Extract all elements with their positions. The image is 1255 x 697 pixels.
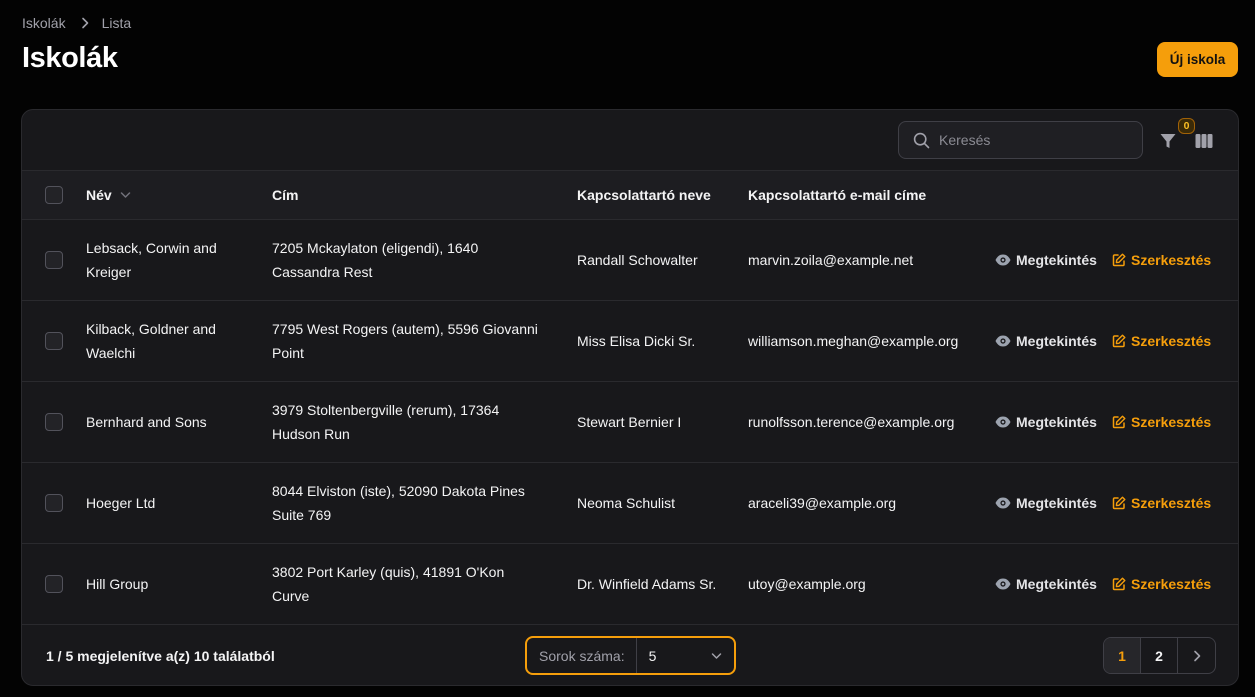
- table-row: Lebsack, Corwin and Kreiger 7205 Mckaylat…: [22, 220, 1238, 301]
- next-page-button[interactable]: [1178, 638, 1215, 673]
- school-name: Kilback, Goldner and Waelchi: [86, 321, 216, 361]
- eye-icon: [995, 416, 1011, 428]
- contact-email: runolfsson.terence@example.org: [748, 414, 955, 430]
- edit-button[interactable]: Szerkesztés: [1112, 252, 1211, 268]
- contact-name: Stewart Bernier I: [577, 414, 682, 430]
- school-name: Bernhard and Sons: [86, 414, 207, 430]
- eye-icon: [995, 335, 1011, 347]
- breadcrumb: Iskolák Lista: [22, 15, 131, 31]
- contact-email: araceli39@example.org: [748, 495, 897, 511]
- table-row: Hoeger Ltd 8044 Elviston (iste), 52090 D…: [22, 463, 1238, 544]
- contact-name: Randall Schowalter: [577, 252, 698, 268]
- eye-icon: [995, 254, 1011, 266]
- school-address: 7205 Mckaylaton (eligendi), 1640 Cassandr…: [272, 240, 479, 280]
- column-header-address: Cím: [272, 187, 299, 203]
- chevron-right-icon: [1193, 650, 1200, 661]
- contact-name: Neoma Schulist: [577, 495, 676, 511]
- school-address: 3979 Stoltenbergville (rerum), 17364 Huds…: [272, 402, 500, 442]
- edit-icon: [1112, 253, 1126, 267]
- column-header-contact-email: Kapcsolattartó e-mail címe: [748, 187, 927, 203]
- contact-email: utoy@example.org: [748, 576, 866, 592]
- school-address: 3802 Port Karley (quis), 41891 O'Kon Curv…: [272, 564, 505, 604]
- table-panel: 0 Név Cím Kapcsolattartó neve Kapcsolatt…: [21, 109, 1239, 686]
- eye-icon: [995, 578, 1011, 590]
- row-checkbox[interactable]: [45, 413, 63, 431]
- contact-name: Miss Elisa Dicki Sr.: [577, 333, 696, 349]
- row-checkbox[interactable]: [45, 494, 63, 512]
- filter-icon[interactable]: [1157, 130, 1179, 152]
- table-header: Név Cím Kapcsolattartó neve Kapcsolattar…: [22, 171, 1238, 220]
- select-all-checkbox[interactable]: [45, 186, 63, 204]
- edit-icon: [1112, 496, 1126, 510]
- table-row: Kilback, Goldner and Waelchi 7795 West Ro…: [22, 301, 1238, 382]
- chevron-down-icon: [120, 192, 130, 198]
- contact-email: marvin.zoila@example.net: [748, 252, 914, 268]
- row-checkbox[interactable]: [45, 332, 63, 350]
- edit-button[interactable]: Szerkesztés: [1112, 414, 1211, 430]
- table-row: Bernhard and Sons 3979 Stoltenbergville …: [22, 382, 1238, 463]
- rows-per-page-value: 5: [648, 647, 657, 664]
- page-title: Iskolák: [22, 42, 118, 74]
- search-box[interactable]: [898, 121, 1143, 159]
- view-button[interactable]: Megtekintés: [995, 252, 1097, 268]
- eye-icon: [995, 497, 1011, 509]
- edit-icon: [1112, 415, 1126, 429]
- columns-icon[interactable]: [1194, 131, 1214, 151]
- table-toolbar: 0: [22, 110, 1238, 171]
- breadcrumb-current: Lista: [101, 15, 132, 31]
- page-2-button[interactable]: 2: [1141, 638, 1178, 673]
- column-header-name-label: Név: [86, 187, 112, 203]
- rows-per-page-select[interactable]: Sorok száma: 5: [525, 636, 736, 675]
- breadcrumb-root[interactable]: Iskolák: [22, 15, 66, 31]
- edit-icon: [1112, 577, 1126, 591]
- edit-button[interactable]: Szerkesztés: [1112, 576, 1211, 592]
- new-school-button[interactable]: Új iskola: [1157, 42, 1238, 77]
- column-header-name[interactable]: Név: [86, 187, 131, 203]
- view-button[interactable]: Megtekintés: [995, 414, 1097, 430]
- table-footer: 1 / 5 megjelenítve a(z) 10 találatból So…: [22, 625, 1238, 685]
- search-input[interactable]: [939, 132, 1119, 148]
- search-icon: [913, 132, 930, 148]
- view-button[interactable]: Megtekintés: [995, 495, 1097, 511]
- school-name: Lebsack, Corwin and Kreiger: [86, 240, 217, 280]
- school-address: 7795 West Rogers (autem), 5596 Giovanni P…: [272, 321, 538, 361]
- contact-name: Dr. Winfield Adams Sr.: [577, 576, 717, 592]
- school-name: Hoeger Ltd: [86, 495, 156, 511]
- edit-button[interactable]: Szerkesztés: [1112, 495, 1211, 511]
- row-checkbox[interactable]: [45, 251, 63, 269]
- view-button[interactable]: Megtekintés: [995, 576, 1097, 592]
- pagination-summary: 1 / 5 megjelenítve a(z) 10 találatból: [46, 648, 275, 664]
- filter-count-badge: 0: [1178, 118, 1195, 134]
- chevron-down-icon: [711, 652, 722, 660]
- page-1-button[interactable]: 1: [1104, 638, 1141, 673]
- chevron-right-icon: [81, 17, 89, 29]
- edit-button[interactable]: Szerkesztés: [1112, 333, 1211, 349]
- table-row: Hill Group 3802 Port Karley (quis), 4189…: [22, 544, 1238, 625]
- row-checkbox[interactable]: [45, 575, 63, 593]
- pagination: 1 2: [1103, 637, 1216, 674]
- column-header-contact-name: Kapcsolattartó neve: [577, 187, 711, 203]
- rows-per-page-label: Sorok száma:: [527, 638, 637, 673]
- school-name: Hill Group: [86, 576, 149, 592]
- school-address: 8044 Elviston (iste), 52090 Dakota Pines…: [272, 483, 525, 523]
- contact-email: williamson.meghan@example.org: [748, 333, 959, 349]
- edit-icon: [1112, 334, 1126, 348]
- view-button[interactable]: Megtekintés: [995, 333, 1097, 349]
